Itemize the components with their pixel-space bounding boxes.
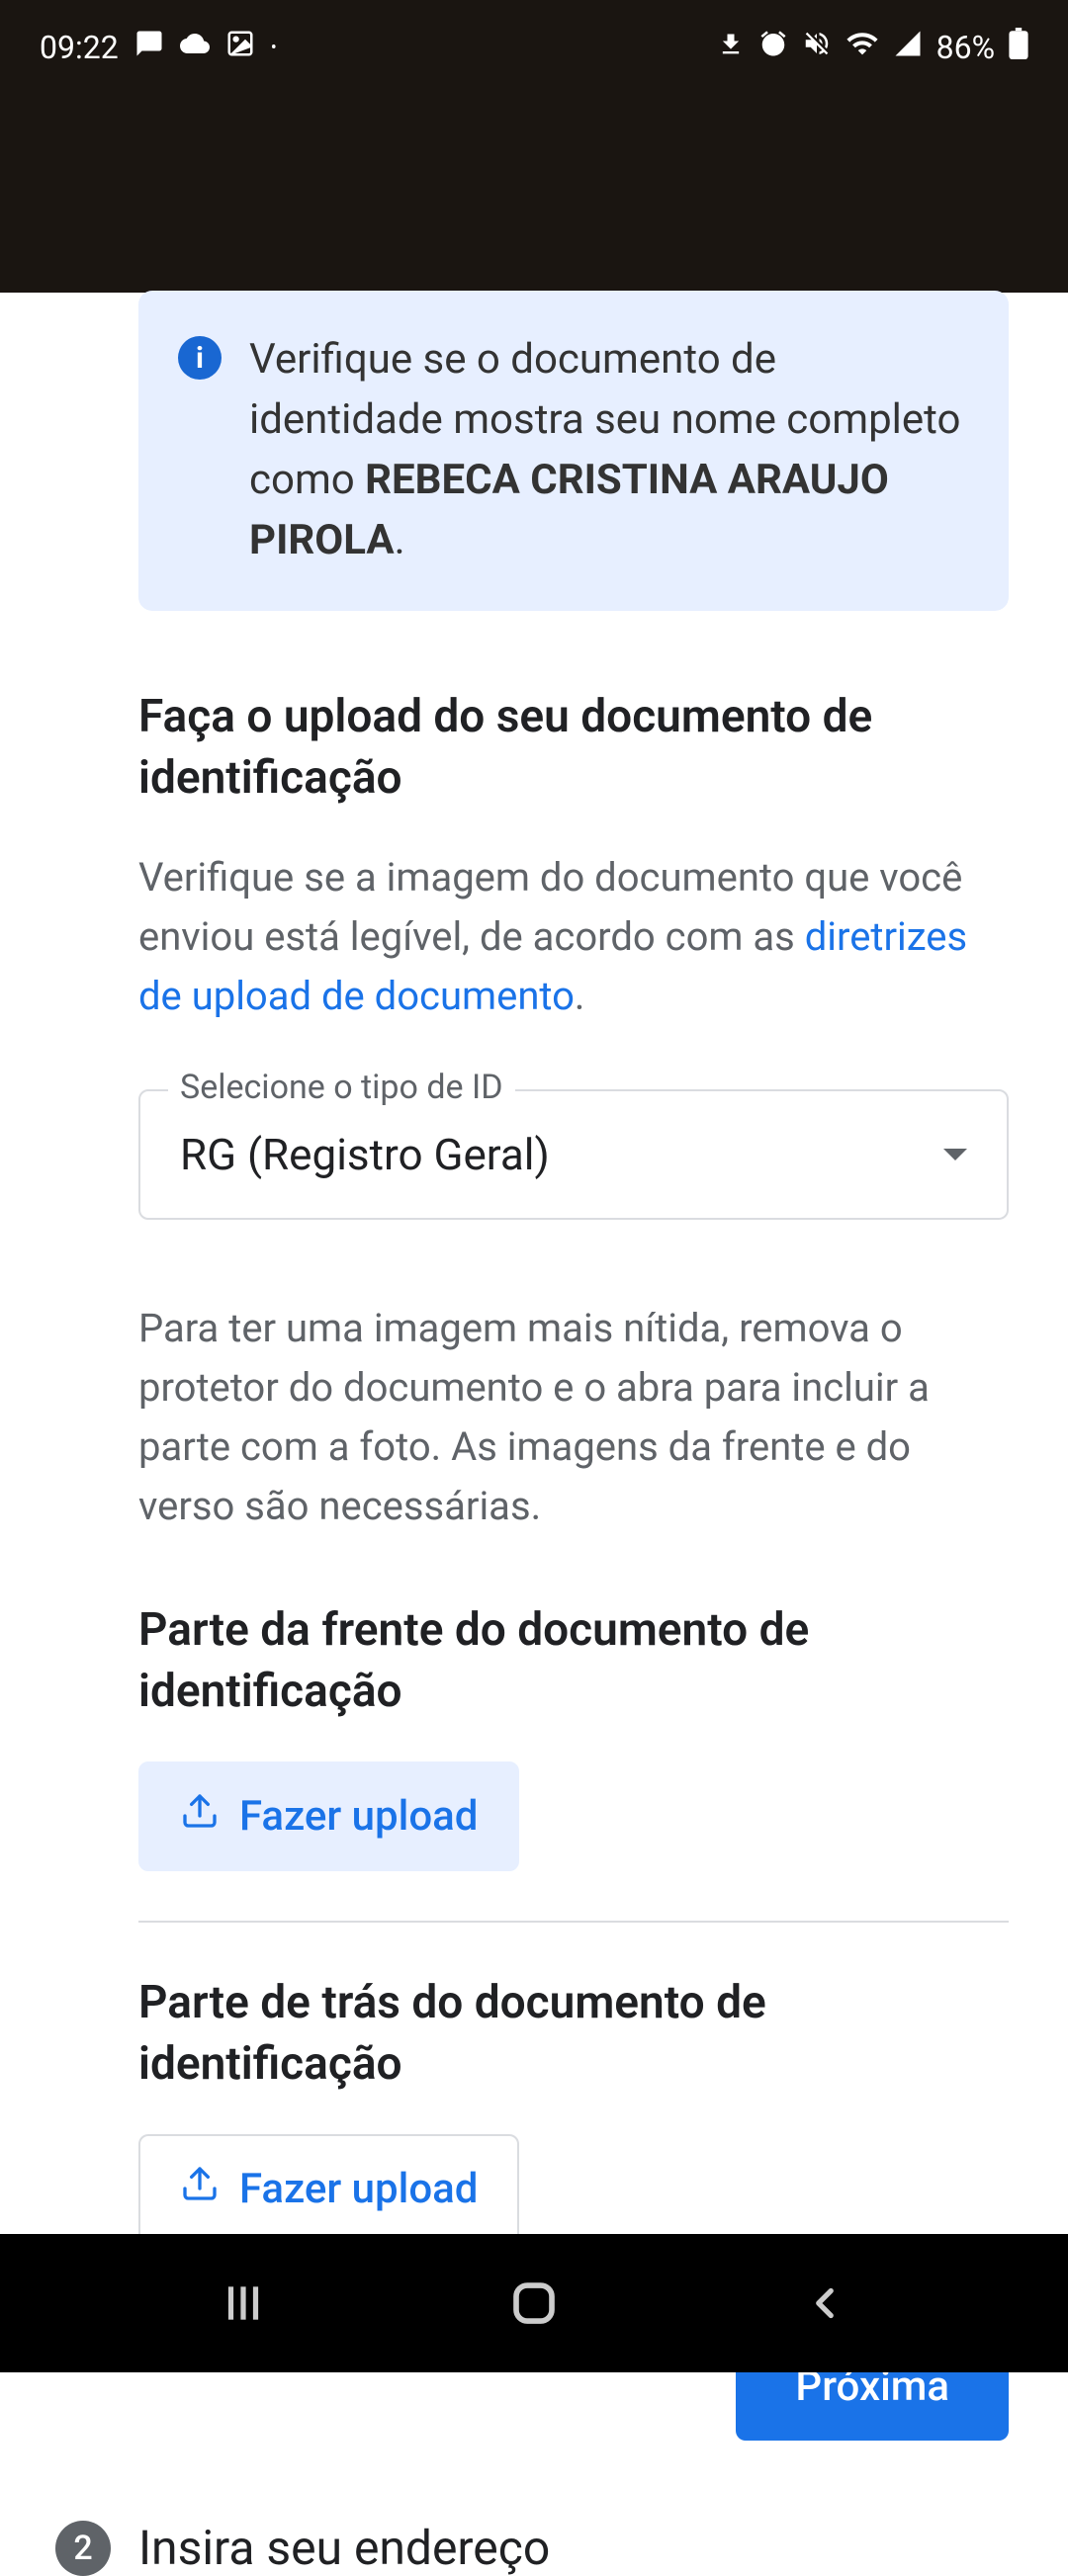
- header-dark: [0, 95, 1068, 293]
- upload-front-label: Fazer upload: [239, 1792, 478, 1841]
- status-right: 86%: [717, 27, 1028, 68]
- step-2-title: Insira seu endereço: [138, 2520, 550, 2576]
- upload-back-button[interactable]: Fazer upload: [138, 2134, 519, 2244]
- content-area: i Verifique se o documento de identidade…: [0, 291, 1068, 2441]
- status-left: 09:22 •: [40, 29, 277, 66]
- status-time: 09:22: [40, 29, 119, 66]
- upload-front-button[interactable]: Fazer upload: [138, 1761, 519, 1871]
- back-button[interactable]: [800, 2278, 849, 2328]
- front-section-title: Parte da frente do documento de identifi…: [138, 1599, 1009, 1722]
- upload-description: Verifique se a imagem do documento que v…: [138, 848, 1009, 1026]
- id-type-label: Selecione o tipo de ID: [168, 1068, 515, 1107]
- info-suffix: .: [395, 516, 405, 564]
- upload-back-label: Fazer upload: [239, 2165, 478, 2213]
- info-icon: i: [178, 336, 222, 380]
- download-icon: [717, 29, 745, 66]
- id-type-select-container: Selecione o tipo de ID RG (Registro Gera…: [138, 1089, 1009, 1220]
- image-instructions: Para ter uma imagem mais nítida, remova …: [138, 1299, 1009, 1536]
- mute-icon: [802, 29, 832, 66]
- recents-button[interactable]: [219, 2278, 268, 2328]
- status-bar: 09:22 • 86%: [0, 0, 1068, 95]
- alarm-icon: [758, 29, 788, 66]
- signal-icon: [893, 29, 923, 66]
- home-button[interactable]: [507, 2276, 561, 2330]
- divider: [138, 1921, 1009, 1923]
- step-2-number: 2: [55, 2521, 111, 2576]
- message-icon: [134, 29, 164, 66]
- chevron-down-icon: [943, 1149, 967, 1160]
- nav-bar: [0, 2234, 1068, 2372]
- step-2-row[interactable]: 2 Insira seu endereço: [0, 2520, 1068, 2576]
- image-icon: [225, 29, 255, 66]
- back-section-title: Parte de trás do documento de identifica…: [138, 1972, 1009, 2095]
- battery-icon: [1009, 28, 1028, 67]
- id-type-select[interactable]: RG (Registro Geral): [138, 1089, 1009, 1220]
- wifi-icon: [846, 27, 879, 68]
- dot-icon: •: [271, 38, 277, 58]
- info-box: i Verifique se o documento de identidade…: [138, 291, 1009, 611]
- info-text: Verifique se o documento de identidade m…: [249, 330, 969, 571]
- upload-icon: [180, 1791, 220, 1842]
- upload-section-title: Faça o upload do seu documento de identi…: [138, 686, 1009, 809]
- battery-percent: 86%: [936, 29, 995, 66]
- id-type-value: RG (Registro Geral): [180, 1129, 550, 1180]
- upload-desc-suffix: .: [575, 973, 585, 1019]
- cloud-icon: [180, 29, 210, 66]
- upload-icon: [180, 2164, 220, 2214]
